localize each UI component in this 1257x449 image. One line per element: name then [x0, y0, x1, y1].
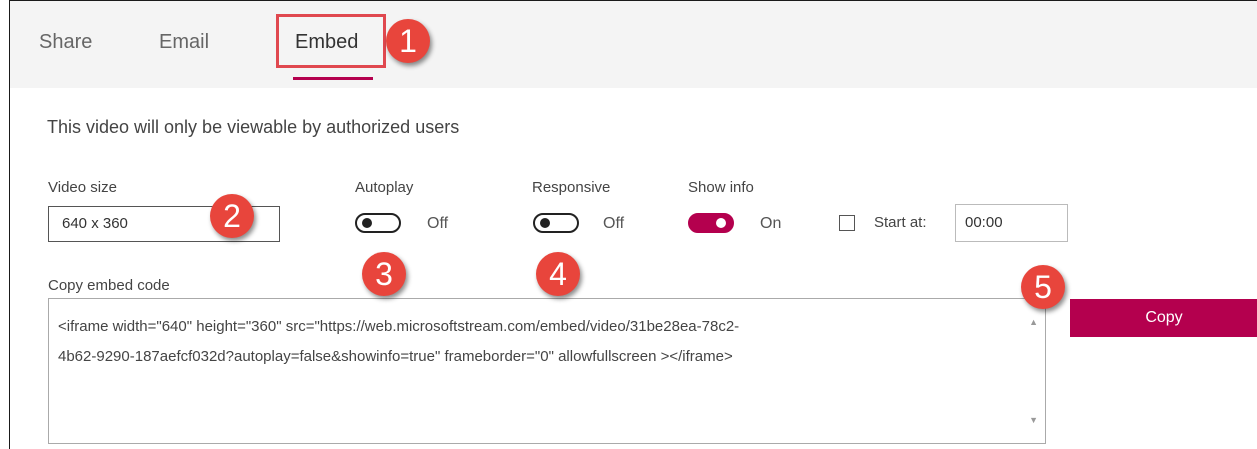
responsive-state: Off — [603, 215, 625, 232]
responsive-label: Responsive — [532, 179, 611, 196]
embed-code-label: Copy embed code — [48, 277, 170, 294]
authorization-notice: This video will only be viewable by auth… — [47, 117, 460, 137]
scroll-up-icon[interactable]: ▲ — [1029, 307, 1038, 337]
autoplay-label: Autoplay — [355, 179, 414, 196]
responsive-toggle[interactable] — [533, 213, 579, 233]
tab-email[interactable]: Email — [159, 29, 209, 55]
start-at-checkbox[interactable] — [839, 215, 855, 231]
annotation-badge-5: 5 — [1021, 265, 1065, 309]
toggle-knob — [362, 218, 372, 228]
autoplay-toggle[interactable] — [355, 213, 401, 233]
tab-share[interactable]: Share — [39, 29, 92, 55]
annotation-badge-2: 2 — [210, 194, 254, 238]
annotation-badge-3: 3 — [362, 252, 406, 296]
video-size-label: Video size — [48, 179, 117, 196]
annotation-badge-4: 4 — [536, 252, 580, 296]
copy-button[interactable]: Copy — [1070, 299, 1257, 337]
start-at-input[interactable]: 00:00 — [955, 204, 1068, 242]
embed-panel: Share Email Embed This video will only b… — [9, 0, 1257, 449]
embed-code-textarea[interactable]: <iframe width="640" height="360" src="ht… — [48, 298, 1046, 444]
embed-code-line: 4b62-9290-187aefcf032d?autoplay=false&sh… — [58, 348, 733, 365]
show-info-state: On — [760, 215, 782, 232]
toggle-knob — [540, 218, 550, 228]
start-at-label: Start at: — [874, 214, 927, 231]
active-tab-indicator — [293, 77, 373, 80]
autoplay-state: Off — [427, 215, 449, 232]
scroll-down-icon[interactable]: ▼ — [1029, 405, 1038, 435]
tab-bar: Share Email Embed — [10, 1, 1257, 88]
embed-code-line: <iframe width="640" height="360" src="ht… — [58, 318, 740, 335]
annotation-highlight-box — [276, 14, 386, 68]
toggle-knob — [716, 218, 726, 228]
show-info-label: Show info — [688, 179, 754, 196]
show-info-toggle[interactable] — [688, 213, 734, 233]
annotation-badge-1: 1 — [386, 19, 430, 63]
